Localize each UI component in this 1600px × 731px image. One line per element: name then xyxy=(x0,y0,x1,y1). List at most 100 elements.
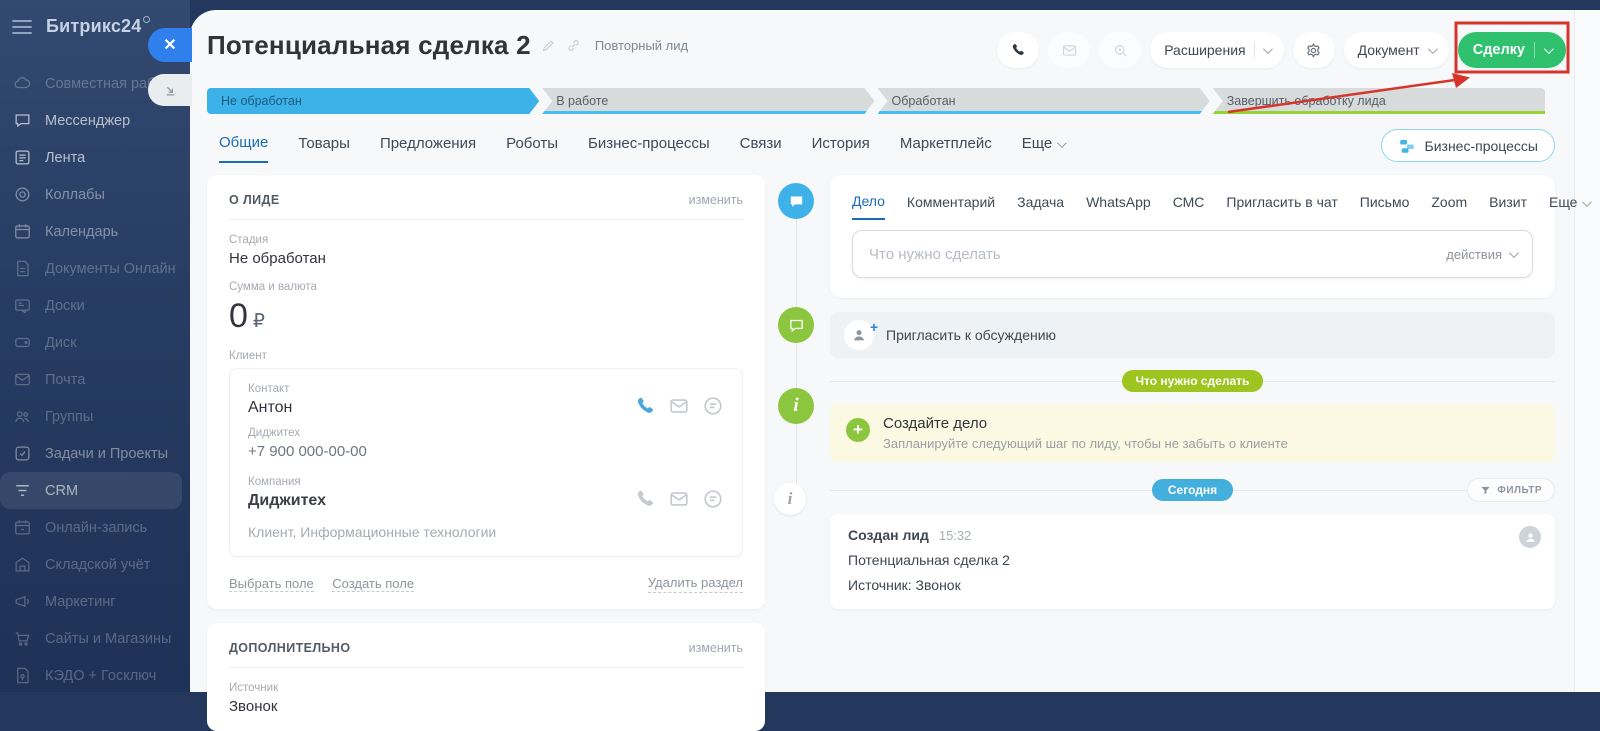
stage-in-progress[interactable]: В работе xyxy=(542,88,874,114)
edit-link[interactable]: изменить xyxy=(689,641,743,655)
filter-funnel-icon xyxy=(1480,485,1491,496)
extensions-dropdown[interactable]: Расширения xyxy=(1150,32,1283,68)
create-activity-banner[interactable]: + Создайте дело Запланируйте следующий ш… xyxy=(830,404,1555,462)
contact-name[interactable]: Антон xyxy=(248,399,634,417)
card-title: О ЛИДЕ xyxy=(229,193,280,207)
tab-history[interactable]: История xyxy=(812,129,870,162)
tab-quotes[interactable]: Предложения xyxy=(380,129,476,162)
stage-finish-processing[interactable]: Завершить обработку лида xyxy=(1213,88,1545,114)
create-field-link[interactable]: Создать поле xyxy=(332,576,414,592)
calendar-icon xyxy=(13,222,32,241)
sidebar-item-crm[interactable]: CRM xyxy=(0,472,182,509)
app-logo[interactable]: Битрикс24 xyxy=(46,16,150,37)
business-processes-button[interactable]: Бизнес-процессы xyxy=(1381,129,1555,162)
activity-tab-more[interactable]: Еще xyxy=(1549,188,1590,219)
activity-tab-whatsapp[interactable]: WhatsApp xyxy=(1086,188,1151,219)
kedo-icon xyxy=(13,666,32,685)
source-value[interactable]: Звонок xyxy=(229,698,743,715)
messenger-icon xyxy=(13,111,32,130)
todo-hint-badge: Что нужно сделать xyxy=(1122,370,1264,392)
company-name[interactable]: Диджитех xyxy=(248,492,634,510)
invite-discussion-row[interactable]: + Пригласить к обсуждению xyxy=(830,312,1555,358)
settings-button[interactable] xyxy=(1293,32,1335,68)
delete-section-link[interactable]: Удалить раздел xyxy=(648,575,743,593)
tab-robots[interactable]: Роботы xyxy=(506,129,558,162)
invite-discussion-label: Пригласить к обсуждению xyxy=(886,327,1056,343)
activity-tabs: Дело Комментарий Задача WhatsApp СМС При… xyxy=(852,187,1533,220)
tab-products[interactable]: Товары xyxy=(298,129,350,162)
email-button[interactable] xyxy=(1048,32,1090,68)
convert-to-deal-button[interactable]: Сделку xyxy=(1458,32,1566,68)
sidebar-item-drive[interactable]: Диск xyxy=(0,324,190,361)
sidebar-item-boards[interactable]: Доски xyxy=(0,287,190,324)
client-field: Клиент Контакт Антон xyxy=(229,350,743,557)
search-button[interactable] xyxy=(1099,32,1141,68)
tab-more[interactable]: Еще xyxy=(1022,129,1065,162)
activity-tab-email[interactable]: Письмо xyxy=(1360,188,1410,219)
sidebar-item-feed[interactable]: Лента xyxy=(0,139,190,176)
sidebar-item-messenger[interactable]: Мессенджер xyxy=(0,102,190,139)
activity-tab-zoom[interactable]: Zoom xyxy=(1431,188,1467,219)
activity-tab-todo[interactable]: Дело xyxy=(852,187,885,220)
plus-icon: + xyxy=(846,418,870,442)
activity-tab-comment[interactable]: Комментарий xyxy=(907,188,995,219)
todo-input[interactable]: Что нужно сделать действия xyxy=(852,230,1533,278)
chat-contact-icon[interactable] xyxy=(702,395,724,417)
tab-general[interactable]: Общие xyxy=(219,128,268,163)
tab-connections[interactable]: Связи xyxy=(740,129,782,162)
sidebar-item-warehouse[interactable]: Складской учёт xyxy=(0,546,190,583)
email-company-icon[interactable] xyxy=(668,488,690,510)
call-contact-icon[interactable] xyxy=(634,395,656,417)
stage-not-processed[interactable]: Не обработан xyxy=(207,88,539,114)
activity-tab-sms[interactable]: СМС xyxy=(1173,188,1205,219)
stage-processed[interactable]: Обработан xyxy=(878,88,1210,114)
sidebar-item-groups[interactable]: Группы xyxy=(0,398,190,435)
tab-business-processes[interactable]: Бизнес-процессы xyxy=(588,129,710,162)
copy-link-icon[interactable] xyxy=(566,38,581,53)
contact-phone-field: Диджитех +7 900 000-00-00 xyxy=(248,427,724,460)
collapse-slider-button[interactable] xyxy=(148,74,192,106)
sidebar-item-booking[interactable]: Онлайн-запись xyxy=(0,509,190,546)
edit-link[interactable]: изменить xyxy=(689,193,743,207)
flowchart-icon xyxy=(1398,137,1416,155)
timeline-rail: i i xyxy=(765,175,830,731)
activity-tab-invite-chat[interactable]: Пригласить в чат xyxy=(1226,188,1337,219)
warehouse-icon xyxy=(13,555,32,574)
email-contact-icon[interactable] xyxy=(668,395,690,417)
activity-tab-task[interactable]: Задача xyxy=(1017,188,1064,219)
actions-dropdown[interactable]: действия xyxy=(1446,247,1516,262)
chat-company-icon[interactable] xyxy=(702,488,724,510)
timeline-event-card[interactable]: Создан лид 15:32 Потенциальная сделка 2 … xyxy=(830,514,1555,609)
boards-icon xyxy=(13,296,32,315)
sidebar-item-kedo[interactable]: КЭДО + Госключ xyxy=(0,657,190,692)
contact-phone[interactable]: +7 900 000-00-00 xyxy=(248,443,724,460)
sidebar-item-sites[interactable]: Сайты и Магазины xyxy=(0,620,190,657)
event-title: Создан лид xyxy=(848,527,929,543)
sidebar-item-documents[interactable]: Документы Онлайн xyxy=(0,250,190,287)
document-dropdown[interactable]: Документ xyxy=(1344,32,1449,68)
sidebar-item-marketing[interactable]: Маркетинг xyxy=(0,583,190,620)
choose-field-link[interactable]: Выбрать поле xyxy=(229,576,314,592)
cart-icon xyxy=(13,629,32,648)
sidebar-item-calendar[interactable]: Календарь xyxy=(0,213,190,250)
sidebar-item-collabs[interactable]: Коллабы xyxy=(0,176,190,213)
close-slider-button[interactable]: ✕ xyxy=(148,28,192,62)
tab-marketplace[interactable]: Маркетплейс xyxy=(900,129,992,162)
event-time: 15:32 xyxy=(939,528,972,543)
event-author-avatar[interactable] xyxy=(1519,526,1541,548)
call-button[interactable] xyxy=(997,32,1039,68)
additional-card: ДОПОЛНИТЕЛЬНО изменить Источник Звонок xyxy=(207,623,765,731)
edit-pencil-icon[interactable] xyxy=(541,38,556,53)
feed-icon xyxy=(13,148,32,167)
phone-icon xyxy=(1010,42,1026,58)
sidebar-item-mail[interactable]: Почта xyxy=(0,361,190,398)
sidebar-item-tasks[interactable]: Задачи и Проекты xyxy=(0,435,190,472)
call-company-icon[interactable] xyxy=(634,488,656,510)
cloud-icon xyxy=(13,74,32,93)
stage-field: Стадия Не обработан xyxy=(229,234,743,267)
chevron-down-icon xyxy=(1057,138,1067,148)
chevron-down-icon xyxy=(1263,44,1273,54)
hamburger-menu-icon[interactable] xyxy=(12,20,32,34)
filter-button[interactable]: ФИЛЬТР xyxy=(1467,478,1555,502)
activity-tab-visit[interactable]: Визит xyxy=(1489,188,1527,219)
